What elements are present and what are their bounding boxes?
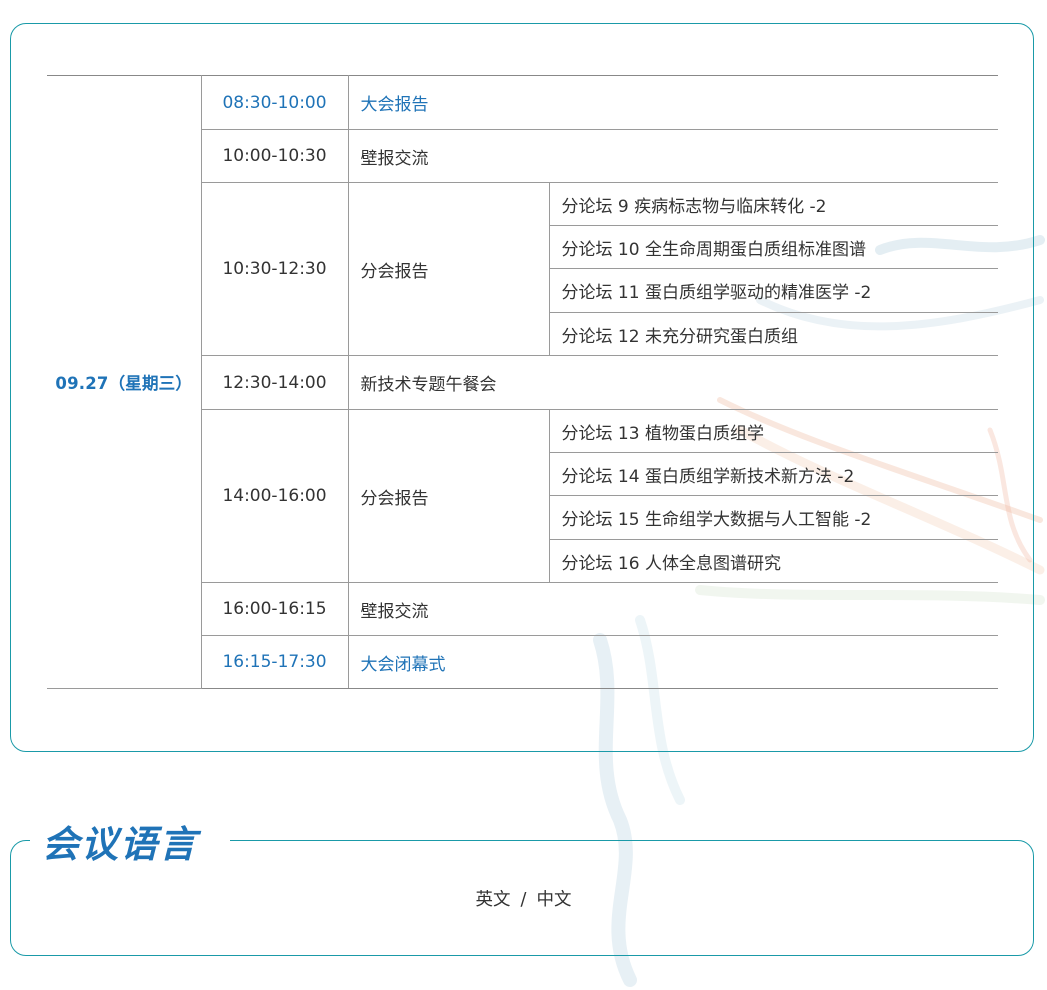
time-cell: 08:30-10:00 — [200, 75, 349, 130]
forum-cell: 分论坛 10 全生命周期蛋白质组标准图谱 — [548, 225, 998, 269]
agenda-table: 09.27（星期三） 08:30-10:00 大会报告 10:00-10:30 … — [47, 75, 998, 689]
activity-cell: 大会报告 — [347, 75, 998, 130]
activity-label: 壁报交流 — [360, 148, 429, 169]
forum-label: 分论坛 11 蛋白质组学驱动的精准医学 -2 — [561, 283, 872, 303]
activity-label: 新技术专题午餐会 — [360, 375, 497, 395]
activity-cell: 壁报交流 — [347, 582, 998, 636]
activity-label: 大会闭幕式 — [360, 654, 446, 675]
forum-cell: 分论坛 13 植物蛋白质组学 — [548, 409, 998, 453]
forum-label: 分论坛 14 蛋白质组学新技术新方法 -2 — [561, 466, 855, 487]
time-label: 16:00-16:15 — [222, 599, 327, 619]
forum-cell: 分论坛 11 蛋白质组学驱动的精准医学 -2 — [548, 268, 998, 313]
activity-cell: 分会报告 — [347, 409, 550, 583]
table-row: 09.27（星期三） 08:30-10:00 大会报告 — [47, 75, 998, 689]
time-label: 12:30-14:00 — [222, 372, 327, 393]
time-cell: 16:00-16:15 — [200, 582, 349, 636]
activity-label: 大会报告 — [360, 95, 429, 115]
time-label: 10:30-12:30 — [222, 259, 327, 279]
forum-label: 分论坛 12 未充分研究蛋白质组 — [561, 326, 798, 347]
time-cell: 12:30-14:00 — [200, 355, 349, 410]
time-label: 14:00-16:00 — [222, 486, 327, 506]
forum-cell: 分论坛 14 蛋白质组学新技术新方法 -2 — [548, 452, 998, 496]
day-cell: 09.27（星期三） — [47, 75, 202, 689]
forum-label: 分论坛 15 生命组学大数据与人工智能 -2 — [561, 510, 872, 530]
activity-cell: 壁报交流 — [347, 129, 998, 183]
time-cell: 10:00-10:30 — [200, 129, 349, 183]
time-label: 16:15-17:30 — [222, 652, 327, 672]
time-cell: 14:00-16:00 — [200, 409, 349, 583]
language-chinese: 中文 — [536, 890, 572, 910]
section-title-language: 会议语言 — [42, 814, 210, 868]
activity-cell: 分会报告 — [347, 182, 550, 356]
forum-cell: 分论坛 12 未充分研究蛋白质组 — [548, 312, 998, 356]
language-list: 英文 / 中文 — [0, 886, 1047, 911]
activity-cell: 新技术专题午餐会 — [347, 355, 998, 410]
forum-label: 分论坛 13 植物蛋白质组学 — [561, 423, 764, 444]
activity-cell: 大会闭幕式 — [347, 635, 998, 689]
forum-label: 分论坛 16 人体全息图谱研究 — [561, 553, 781, 574]
forum-label: 分论坛 10 全生命周期蛋白质组标准图谱 — [561, 239, 866, 260]
activity-label: 分会报告 — [360, 488, 429, 509]
time-cell: 10:30-12:30 — [200, 182, 349, 356]
forum-cell: 分论坛 9 疾病标志物与临床转化 -2 — [548, 182, 998, 226]
activity-label: 壁报交流 — [360, 601, 429, 622]
day-label: 09.27（星期三） — [55, 374, 193, 393]
time-label: 10:00-10:30 — [222, 146, 327, 166]
time-cell: 16:15-17:30 — [200, 635, 349, 689]
activity-label: 分会报告 — [360, 261, 429, 282]
forum-label: 分论坛 9 疾病标志物与临床转化 -2 — [561, 196, 827, 217]
language-separator: / — [520, 890, 527, 910]
forum-cell: 分论坛 16 人体全息图谱研究 — [548, 539, 998, 583]
forum-cell: 分论坛 15 生命组学大数据与人工智能 -2 — [548, 495, 998, 540]
language-english: 英文 — [475, 890, 511, 910]
time-label: 08:30-10:00 — [222, 92, 327, 113]
